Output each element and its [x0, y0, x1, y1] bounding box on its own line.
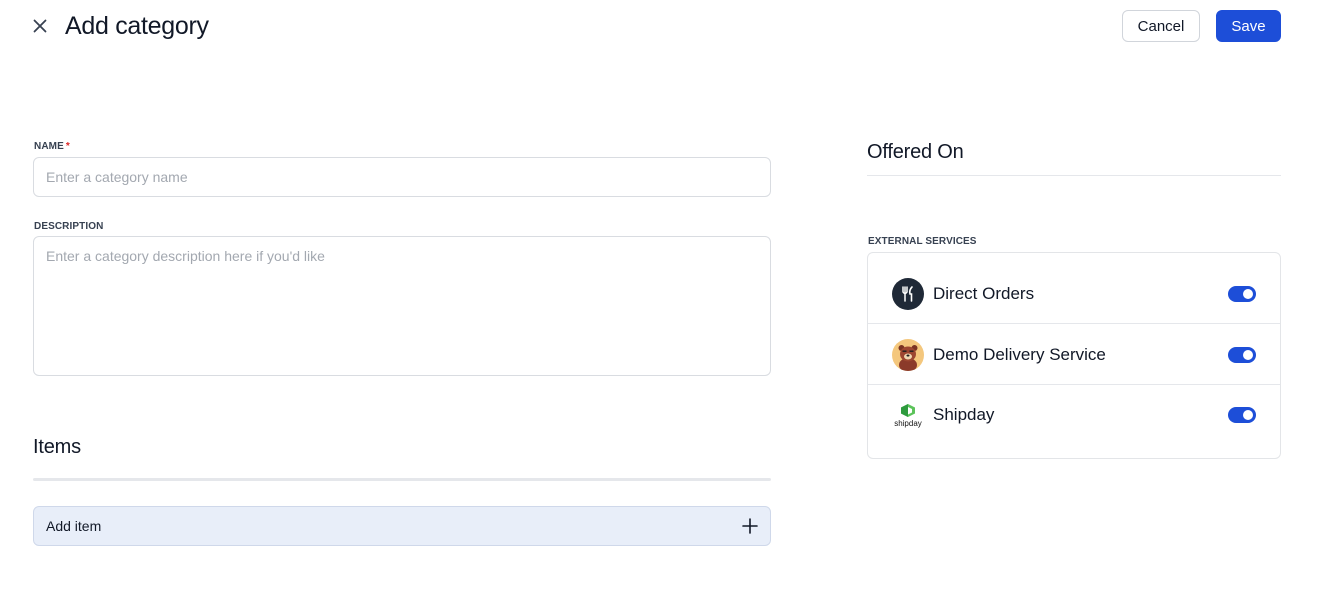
items-divider — [33, 478, 771, 481]
shipday-logo-text: shipday — [894, 418, 922, 428]
add-item-label: Add item — [46, 518, 102, 534]
external-services-label: EXTERNAL SERVICES — [868, 236, 977, 247]
category-name-input[interactable] — [33, 157, 771, 197]
category-description-input[interactable] — [33, 236, 771, 376]
add-item-button[interactable]: Add item — [33, 506, 771, 546]
service-row-demo-delivery: Demo Delivery Service — [868, 325, 1280, 385]
toggle-knob — [1243, 410, 1253, 420]
required-mark: * — [65, 141, 70, 152]
service-row-direct-orders: Direct Orders — [868, 264, 1280, 324]
service-name: Direct Orders — [933, 283, 1035, 303]
close-button[interactable] — [28, 14, 52, 38]
offered-on-divider — [867, 175, 1281, 176]
fork-knife-icon — [892, 277, 924, 310]
cancel-button[interactable]: Cancel — [1122, 10, 1200, 42]
bear-mascot-icon — [892, 338, 924, 371]
toggle-knob — [1243, 288, 1253, 299]
direct-orders-toggle[interactable] — [1228, 285, 1256, 302]
save-button[interactable]: Save — [1216, 10, 1281, 42]
toggle-knob — [1243, 349, 1253, 360]
service-name: Shipday — [933, 405, 995, 424]
service-row-shipday: shipday Shipday — [868, 385, 1280, 445]
shipday-logo-icon: shipday — [891, 399, 925, 431]
service-name: Demo Delivery Service — [933, 344, 1106, 364]
name-label-text: NAME — [34, 141, 64, 152]
external-services-card: Direct Orders Demo Delivery Service ship… — [867, 252, 1281, 459]
offered-on-title: Offered On — [867, 141, 964, 163]
plus-icon — [742, 518, 758, 534]
description-label: DESCRIPTION — [34, 221, 104, 232]
name-label: NAME * — [34, 141, 70, 152]
shipday-toggle[interactable] — [1228, 407, 1256, 423]
close-icon — [33, 19, 47, 33]
items-title: Items — [33, 436, 81, 458]
demo-delivery-toggle[interactable] — [1228, 346, 1256, 363]
page-title: Add category — [65, 12, 209, 40]
